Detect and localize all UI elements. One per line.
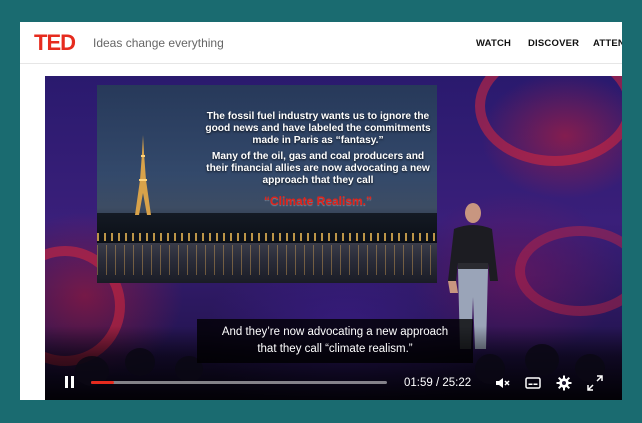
subtitle-caption: And they’re now advocating a new approac…	[197, 319, 473, 363]
nav-discover[interactable]: DISCOVER	[528, 38, 579, 50]
mute-icon[interactable]	[494, 375, 510, 391]
slide-accent-text: “Climate Realism.”	[263, 194, 373, 208]
slide-paragraph-2: Many of the oil, gas and coal producers …	[206, 151, 430, 186]
stage-swirl	[515, 226, 622, 316]
eiffel-tower-icon	[135, 135, 151, 215]
player-controls: 01:59 / 25:22	[45, 366, 622, 400]
nav-watch[interactable]: WATCH	[476, 38, 511, 50]
caption-line-2: that they call “climate realism.”	[257, 343, 413, 355]
subtitles-icon[interactable]	[525, 375, 541, 391]
site-header: TED Ideas change everything WATCH DISCOV…	[20, 22, 622, 64]
caption-line-1: And they’re now advocating a new approac…	[221, 326, 449, 338]
pause-icon	[65, 376, 68, 388]
time-display: 01:59 / 25:22	[404, 377, 472, 389]
progress-bar[interactable]	[91, 381, 387, 384]
nav-attend[interactable]: ATTEN	[593, 38, 622, 50]
pause-button[interactable]	[64, 376, 76, 389]
fullscreen-icon[interactable]	[587, 375, 603, 391]
ted-logo[interactable]: TED	[34, 31, 76, 55]
slide-paragraph-1: The fossil fuel industry wants us to ign…	[205, 111, 431, 146]
slide-text: The fossil fuel industry wants us to ign…	[205, 111, 431, 187]
progress-fill	[91, 381, 115, 384]
browser-window: TED Ideas change everything WATCH DISCOV…	[20, 22, 622, 400]
presentation-slide: The fossil fuel industry wants us to ign…	[97, 85, 437, 283]
stage-swirl	[475, 76, 622, 166]
gear-icon[interactable]	[556, 375, 572, 391]
tagline: Ideas change everything	[93, 36, 224, 50]
video-player[interactable]: The fossil fuel industry wants us to ign…	[45, 76, 622, 400]
river-reflection	[97, 245, 437, 275]
city-lights	[97, 233, 437, 241]
